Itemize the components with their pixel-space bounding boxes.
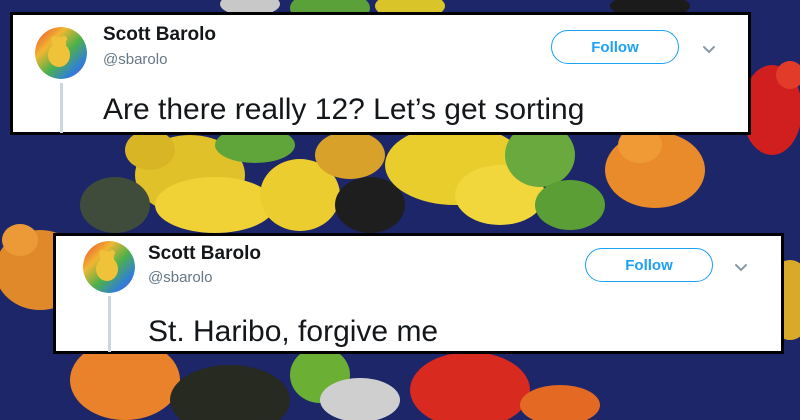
follow-button[interactable]: Follow	[585, 248, 713, 282]
gummy-bear-avatar-icon[interactable]	[35, 27, 87, 79]
thread-line	[60, 83, 63, 133]
tweet-card: Scott Barolo @sbarolo Follow Are there r…	[10, 12, 751, 135]
tweet-card: Scott Barolo @sbarolo Follow St. Haribo,…	[53, 233, 784, 354]
follow-button[interactable]: Follow	[551, 30, 679, 64]
thread-line	[108, 296, 111, 352]
author-handle[interactable]: @sbarolo	[148, 269, 212, 286]
author-name[interactable]: Scott Barolo	[148, 243, 261, 265]
tweet-text: St. Haribo, forgive me	[148, 315, 439, 348]
author-name[interactable]: Scott Barolo	[103, 24, 216, 46]
chevron-down-icon[interactable]	[732, 259, 750, 277]
gummy-bear-avatar-icon[interactable]	[83, 241, 135, 293]
chevron-down-icon[interactable]	[700, 41, 718, 59]
author-handle[interactable]: @sbarolo	[103, 51, 167, 68]
tweet-text: Are there really 12? Let’s get sorting	[103, 93, 585, 126]
